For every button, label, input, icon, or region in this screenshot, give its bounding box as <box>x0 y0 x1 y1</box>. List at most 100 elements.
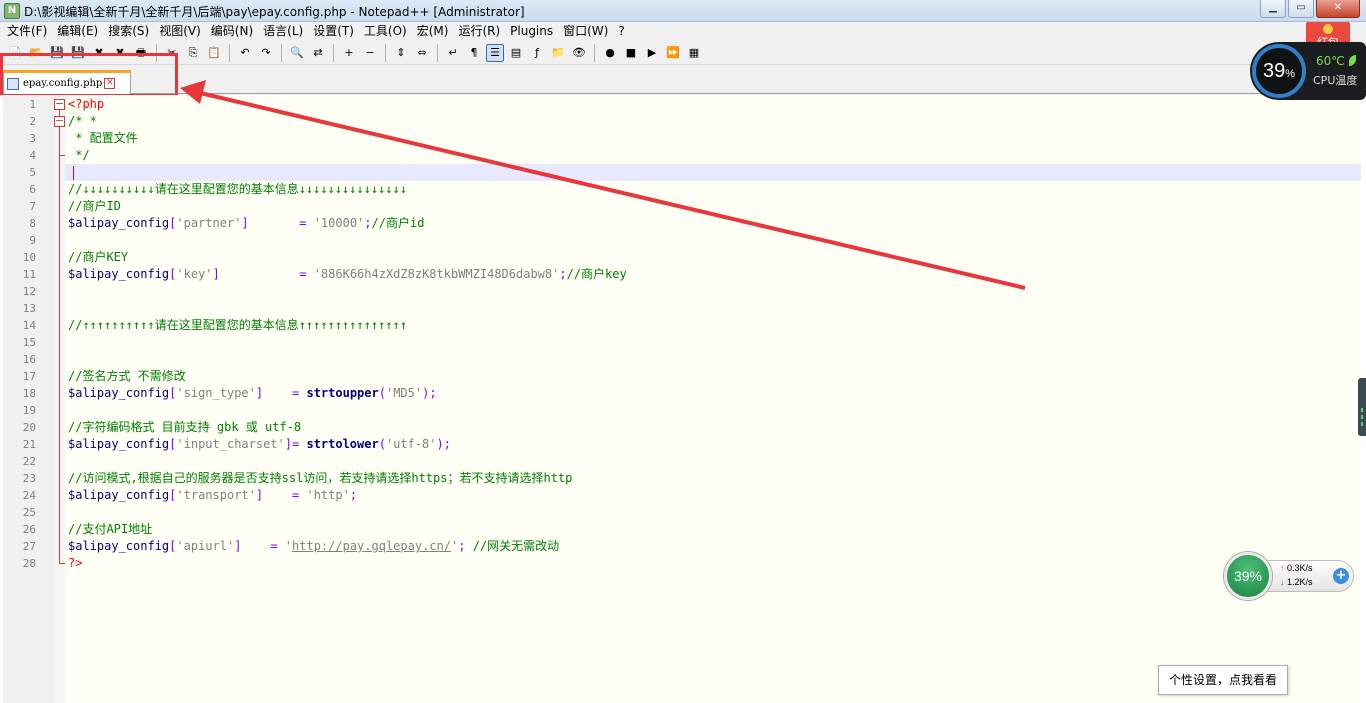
save-all-icon[interactable]: 💾 <box>69 44 87 62</box>
menu-item-2[interactable]: 搜索(S) <box>103 22 154 41</box>
zoom-out-icon[interactable]: − <box>361 44 379 62</box>
redo-icon[interactable]: ↷ <box>257 44 275 62</box>
memory-usage-ball[interactable]: 39% <box>1224 552 1272 600</box>
line-number: 10 <box>22 251 36 264</box>
cut-icon[interactable]: ✂ <box>163 44 181 62</box>
save-macro-icon[interactable]: ▦ <box>685 44 703 62</box>
code-line[interactable] <box>65 300 1361 317</box>
stop-macro-icon[interactable]: ■ <box>622 44 640 62</box>
line-number: 25 <box>22 506 36 519</box>
code-text: $alipay_config['partner'] = '10000';//商户… <box>68 216 425 230</box>
fold-toggle-icon[interactable]: − <box>54 98 65 110</box>
record-macro-icon[interactable]: ● <box>601 44 619 62</box>
code-line[interactable]: $alipay_config['key'] = '886K66h4zXdZ8zK… <box>65 266 1361 283</box>
code-line[interactable]: //商户KEY <box>65 249 1361 266</box>
code-line[interactable]: $alipay_config['input_charset']= strtolo… <box>65 436 1361 453</box>
line-number: 14 <box>22 319 36 332</box>
tab-close-icon[interactable]: ✕ <box>104 78 116 89</box>
sync-vertical-icon[interactable]: ⇕ <box>392 44 410 62</box>
find-icon[interactable]: 🔍 <box>288 44 306 62</box>
print-icon[interactable]: 🖶 <box>132 44 150 62</box>
personalize-tooltip[interactable]: 个性设置，点我看看 <box>1158 665 1288 695</box>
line-number: 28 <box>22 557 36 570</box>
indent-guide-icon[interactable]: ☰ <box>486 43 504 62</box>
code-line[interactable] <box>65 402 1361 419</box>
folder-workspace-icon[interactable]: 📁 <box>549 44 567 62</box>
menu-item-10[interactable]: Plugins <box>505 22 558 41</box>
copy-icon[interactable]: ⎘ <box>184 44 202 62</box>
menu-item-0[interactable]: 文件(F) <box>2 22 52 41</box>
paste-icon[interactable]: 📋 <box>205 44 223 62</box>
plus-icon[interactable]: + <box>1333 568 1349 584</box>
undo-icon[interactable]: ↶ <box>236 44 254 62</box>
code-line[interactable]: $alipay_config['apiurl'] = 'http://pay.g… <box>65 538 1361 555</box>
function-list-icon[interactable]: ƒ <box>528 44 546 62</box>
code-text-area[interactable]: <?php /* * * 配置文件 */ //↓↓↓↓↓↓↓↓↓↓请在这里配置您的基… <box>65 95 1361 703</box>
maximize-button[interactable]: ▭ <box>1288 0 1314 18</box>
word-wrap-icon[interactable]: ↵ <box>444 44 462 62</box>
menu-item-1[interactable]: 编辑(E) <box>52 22 103 41</box>
code-line[interactable] <box>65 334 1361 351</box>
code-line[interactable]: /* * <box>65 113 1361 130</box>
code-line[interactable] <box>65 283 1361 300</box>
network-speed-widget[interactable]: 39% ↑ 0.3K/s ↓ 1.2K/s + <box>1222 550 1354 602</box>
fold-margin[interactable]: − − <box>53 95 65 703</box>
monitor-icon[interactable]: 👁 <box>570 44 588 62</box>
show-all-chars-icon[interactable]: ¶ <box>465 44 483 62</box>
close-file-icon[interactable]: ✖ <box>90 44 108 62</box>
open-file-icon[interactable]: 📂 <box>27 44 45 62</box>
new-file-icon[interactable]: 📄 <box>6 44 24 62</box>
code-line[interactable]: $alipay_config['sign_type'] = strtoupper… <box>65 385 1361 402</box>
code-line[interactable]: * 配置文件 <box>65 130 1361 147</box>
menu-item-6[interactable]: 设置(T) <box>308 22 359 41</box>
fold-toggle-icon[interactable]: − <box>54 115 65 127</box>
code-line[interactable]: //↓↓↓↓↓↓↓↓↓↓请在这里配置您的基本信息↓↓↓↓↓↓↓↓↓↓↓↓↓↓↓ <box>65 181 1361 198</box>
toolbar-separator <box>333 43 334 62</box>
cpu-usage-ring: 39% <box>1252 44 1306 98</box>
play-macro-icon[interactable]: ▶ <box>643 44 661 62</box>
run-macro-multiple-icon[interactable]: ⏩ <box>664 44 682 62</box>
notepad-plus-plus-icon: N <box>4 3 20 19</box>
menu-item-11[interactable]: 窗口(W) <box>558 22 613 41</box>
editor[interactable]: 1 2 3 4 5 6 7 8 9 10 11 12 13 14 15 16 17 18 19 20 21 22 23 24 2… <box>0 95 1366 703</box>
code-line[interactable] <box>65 504 1361 521</box>
code-line[interactable]: //支付API地址 <box>65 521 1361 538</box>
menu-item-5[interactable]: 语言(L) <box>258 22 308 41</box>
up-arrow-icon: ↑ <box>1280 563 1285 573</box>
menu-item-4[interactable]: 编码(N) <box>206 22 258 41</box>
menu-item-12[interactable]: ? <box>613 22 629 41</box>
sync-horizontal-icon[interactable]: ⇔ <box>413 44 431 62</box>
code-text: ?> <box>68 556 83 570</box>
save-icon[interactable]: 💾 <box>48 44 66 62</box>
line-number: 2 <box>29 115 36 128</box>
code-line[interactable]: //签名方式 不需修改 <box>65 368 1361 385</box>
code-line[interactable] <box>65 453 1361 470</box>
cpu-temperature-label: CPU温度 <box>1313 74 1358 87</box>
side-panel-handle[interactable] <box>1358 378 1366 436</box>
doc-map-icon[interactable]: ▤ <box>507 44 525 62</box>
menu-item-8[interactable]: 宏(M) <box>412 22 454 41</box>
cpu-monitor-widget[interactable]: 39% 60℃ CPU温度 <box>1250 42 1366 100</box>
menu-item-9[interactable]: 运行(R) <box>453 22 505 41</box>
code-line[interactable]: */ <box>65 147 1361 164</box>
code-line[interactable]: //字符编码格式 目前支持 gbk 或 utf-8 <box>65 419 1361 436</box>
code-line[interactable]: //访问模式,根据自己的服务器是否支持ssl访问，若支持请选择https；若不支… <box>65 470 1361 487</box>
menu-item-7[interactable]: 工具(O) <box>359 22 412 41</box>
coin-icon <box>1323 24 1333 34</box>
code-line[interactable] <box>65 164 1361 181</box>
code-line[interactable]: <?php <box>65 96 1361 113</box>
code-line[interactable] <box>65 351 1361 368</box>
minimize-button[interactable]: ▁ <box>1260 0 1286 18</box>
replace-icon[interactable]: ⇄ <box>309 44 327 62</box>
code-line[interactable]: ?> <box>65 555 1361 572</box>
zoom-in-icon[interactable]: + <box>340 44 358 62</box>
tab-epay-config[interactable]: epay.config.php ✕ <box>3 70 131 94</box>
close-button[interactable]: ✕ <box>1316 0 1360 18</box>
code-line[interactable]: //↑↑↑↑↑↑↑↑↑↑请在这里配置您的基本信息↑↑↑↑↑↑↑↑↑↑↑↑↑↑↑ <box>65 317 1361 334</box>
code-line[interactable]: $alipay_config['transport'] = 'http'; <box>65 487 1361 504</box>
menu-item-3[interactable]: 视图(V) <box>154 22 206 41</box>
close-all-icon[interactable]: ✖ <box>111 44 129 62</box>
code-line[interactable]: $alipay_config['partner'] = '10000';//商户… <box>65 215 1361 232</box>
code-line[interactable] <box>65 232 1361 249</box>
code-line[interactable]: //商户ID <box>65 198 1361 215</box>
